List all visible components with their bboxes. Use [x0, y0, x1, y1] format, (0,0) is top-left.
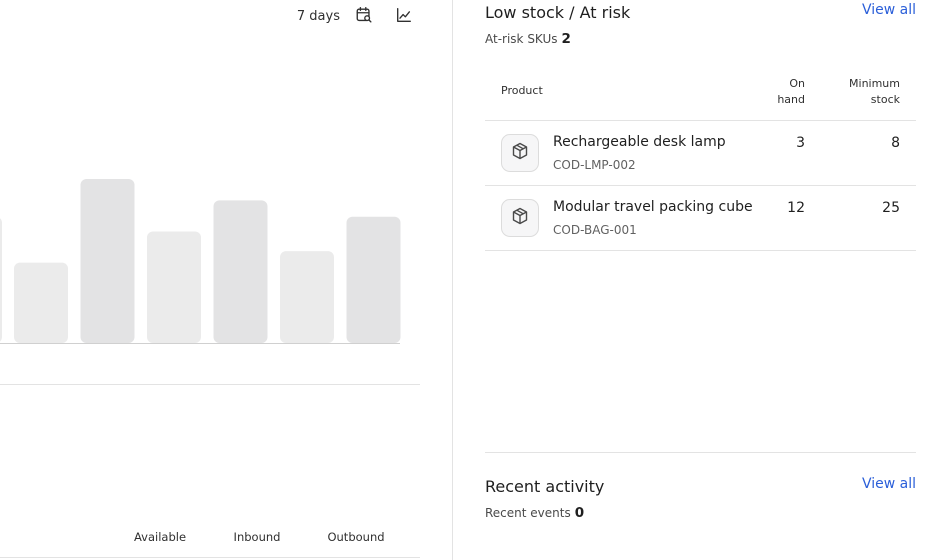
chart-bar[interactable]	[147, 231, 201, 343]
legend-available: Available	[133, 530, 187, 544]
product-thumbnail	[501, 134, 539, 172]
at-risk-count: At-risk SKUs 2	[485, 31, 571, 47]
low-stock-title: Low stock / At risk	[485, 3, 631, 22]
panel-divider	[452, 0, 453, 560]
box-icon	[510, 141, 530, 165]
recent-activity-title: Recent activity	[485, 477, 605, 496]
low-stock-view-all-link[interactable]: View all	[862, 2, 916, 18]
col-minimum-line1: Minimum	[849, 77, 900, 90]
chart-bar	[0, 218, 2, 342]
product-thumbnail	[501, 199, 539, 237]
product-name: Rechargeable desk lamp	[553, 134, 726, 150]
at-risk-value: 2	[561, 31, 571, 47]
at-risk-label: At-risk SKUs	[485, 32, 558, 46]
recent-events-count: Recent events 0	[485, 505, 584, 521]
product-sku: COD-BAG-001	[553, 223, 637, 237]
chart-divider	[0, 384, 420, 385]
product-sku: COD-LMP-002	[553, 158, 636, 172]
minimum-stock-value: 25	[882, 200, 900, 216]
legend-divider	[0, 557, 420, 558]
col-on-hand: On hand	[777, 76, 805, 108]
col-minimum-line2: stock	[870, 93, 900, 106]
col-on-hand-line1: On	[789, 77, 805, 90]
low-stock-table: Product On hand Minimum stock Rechargeab…	[485, 66, 916, 251]
stock-bar-chart	[0, 179, 401, 344]
inventory-chart-panel: 7 days Available Inbound Outbound	[0, 0, 452, 560]
table-row[interactable]: Modular travel packing cube COD-BAG-001 …	[485, 186, 916, 251]
col-product: Product	[501, 84, 543, 97]
recent-events-value: 0	[574, 505, 585, 521]
col-minimum-stock: Minimum stock	[849, 76, 900, 108]
chart-bar[interactable]	[80, 179, 135, 343]
chart-bar[interactable]	[346, 216, 401, 343]
legend-outbound: Outbound	[327, 530, 385, 544]
col-on-hand-line2: hand	[777, 93, 805, 106]
minimum-stock-value: 8	[891, 135, 900, 151]
low-stock-card: Low stock / At risk View all At-risk SKU…	[485, 0, 916, 560]
section-divider	[485, 452, 916, 453]
chart-bar[interactable]	[213, 200, 268, 343]
chart-bar[interactable]	[280, 251, 334, 343]
recent-events-label: Recent events	[485, 506, 571, 520]
table-header: Product On hand Minimum stock	[485, 66, 916, 121]
on-hand-value: 3	[796, 135, 805, 151]
table-row[interactable]: Rechargeable desk lamp COD-LMP-002 3 8	[485, 121, 916, 186]
product-name: Modular travel packing cube	[553, 199, 753, 215]
on-hand-value: 12	[787, 200, 805, 216]
legend-inbound: Inbound	[233, 530, 281, 544]
box-icon	[510, 206, 530, 230]
chart-bar[interactable]	[14, 262, 68, 343]
recent-activity-view-all-link[interactable]: View all	[862, 476, 916, 492]
